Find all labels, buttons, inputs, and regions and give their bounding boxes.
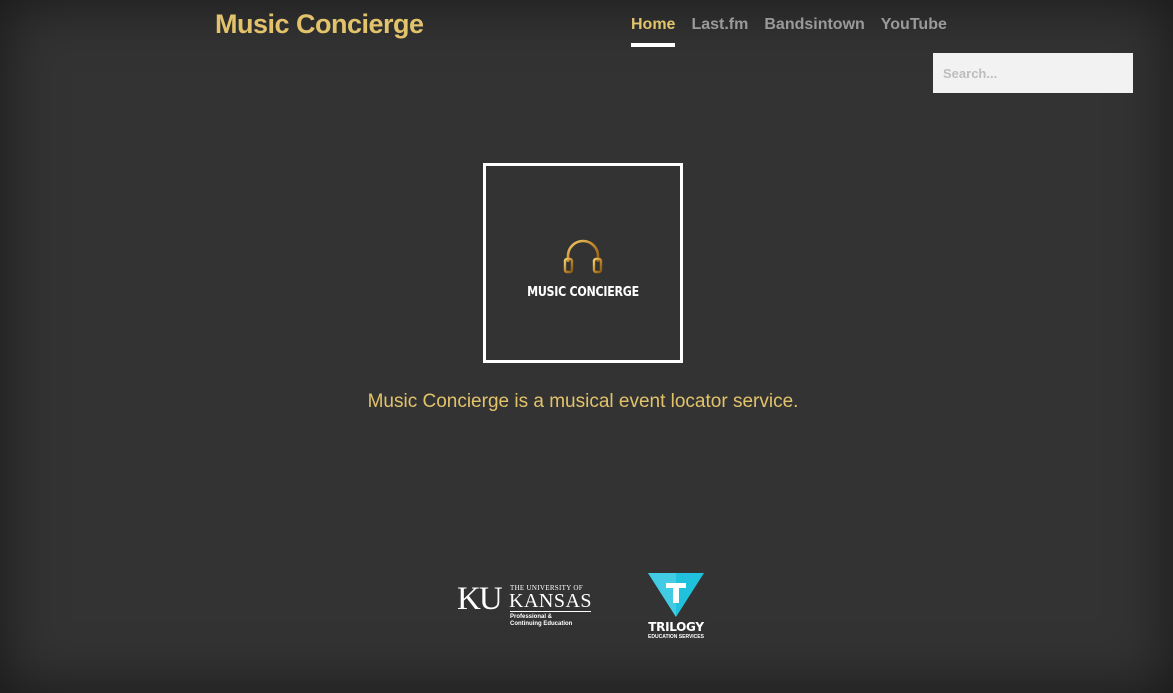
ku-divider <box>510 611 591 612</box>
ku-line2: KANSAS <box>509 590 593 612</box>
trilogy-name: TRILOGY <box>648 620 704 634</box>
hero-logo: MUSIC CONCIERGE <box>483 163 683 363</box>
ku-sub1: Professional & <box>510 614 553 620</box>
nav-home[interactable]: Home <box>631 16 676 47</box>
search-input[interactable] <box>933 53 1133 93</box>
logo-content: MUSIC CONCIERGE <box>486 236 680 300</box>
ku-initials: KU <box>457 581 503 617</box>
tagline: Music Concierge is a musical event locat… <box>367 391 799 412</box>
trilogy-sub: EDUCATION SERVICES <box>648 634 704 640</box>
headphones-icon <box>561 239 605 280</box>
ku-sub2: Continuing Education <box>510 621 573 627</box>
trilogy-logo: TRILOGY EDUCATION SERVICES <box>640 573 712 643</box>
logo-text: MUSIC CONCIERGE <box>527 285 639 300</box>
nav-youtube[interactable]: YouTube <box>881 16 947 47</box>
ku-logo: KU THE UNIVERSITY OF KANSAS Professional… <box>457 581 597 633</box>
brand-link[interactable]: Music Concierge <box>215 9 424 40</box>
nav-lastfm[interactable]: Last.fm <box>691 16 748 47</box>
nav-bandsintown[interactable]: Bandsintown <box>764 16 864 47</box>
main-nav: Home Last.fm Bandsintown YouTube <box>631 16 963 47</box>
